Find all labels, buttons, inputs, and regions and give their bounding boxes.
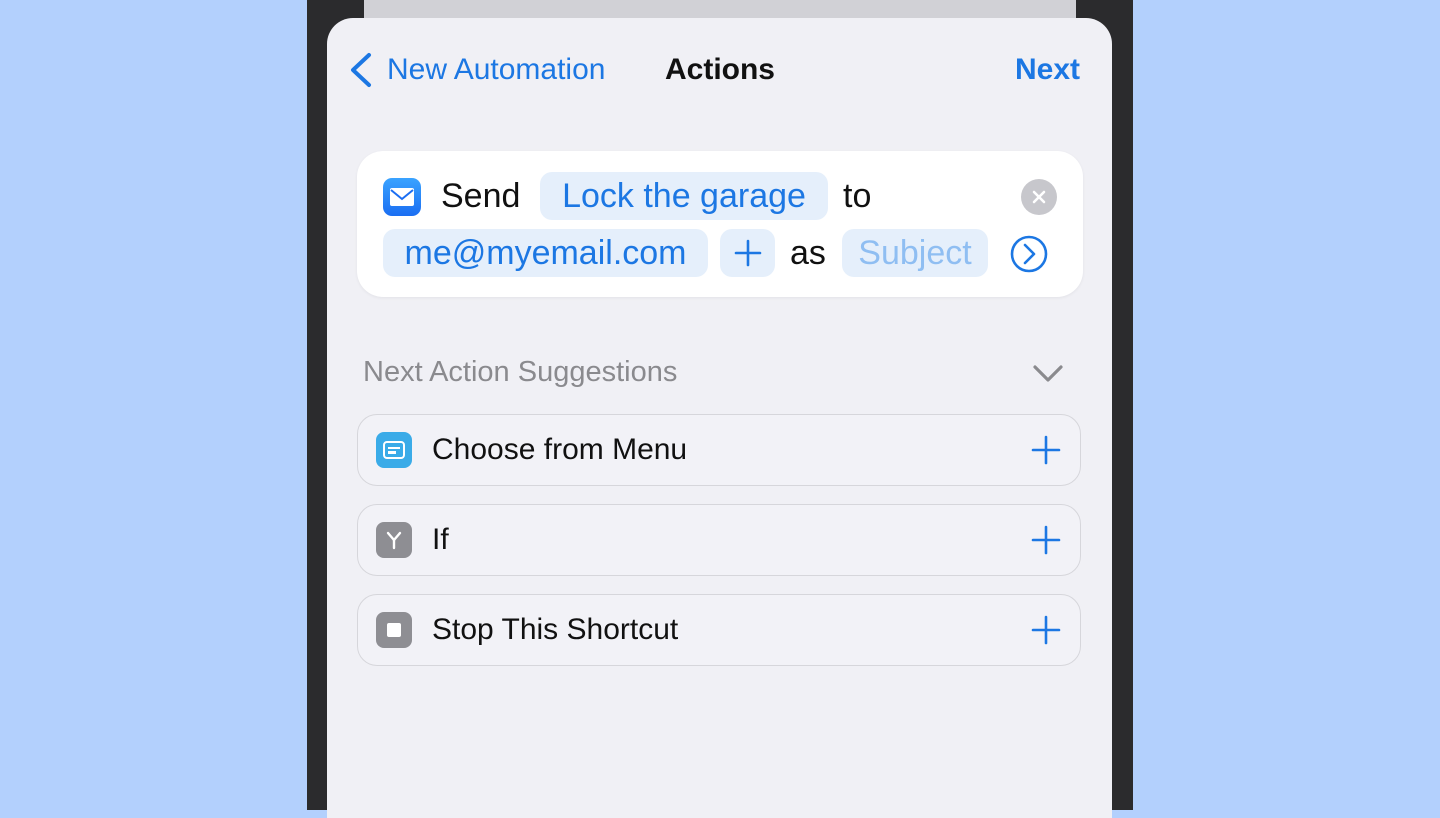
subject-field[interactable]: Subject [842,229,988,277]
suggestion-label: Stop This Shortcut [432,613,679,646]
menu-icon [376,432,412,468]
message-token[interactable]: Lock the garage [540,172,828,220]
suggestion-stop-this-shortcut[interactable]: Stop This Shortcut [357,594,1081,666]
clear-action-button[interactable] [1021,179,1057,215]
suggestion-label: If [432,523,449,556]
close-icon [1032,190,1046,204]
plus-icon[interactable] [1030,524,1062,556]
suggestion-choose-from-menu[interactable]: Choose from Menu [357,414,1081,486]
next-button[interactable]: Next [990,48,1080,92]
chevron-right-circle-icon[interactable] [1010,235,1048,273]
chevron-down-icon[interactable] [1030,358,1066,388]
back-button[interactable]: New Automation [347,48,605,92]
page-title: Actions [664,53,775,86]
to-word: to [843,177,872,215]
chevron-left-icon [351,53,371,87]
suggestion-label: Choose from Menu [432,433,688,466]
add-recipient-button[interactable] [720,229,775,277]
mail-icon [383,178,421,216]
plus-icon[interactable] [1030,434,1062,466]
recipient-token[interactable]: me@myemail.com [383,229,708,277]
branch-icon [376,522,412,558]
back-button-label: New Automation [387,53,606,86]
plus-icon[interactable] [1030,614,1062,646]
action-verb: Send [441,177,521,215]
as-word: as [790,234,826,272]
suggestions-header: Next Action Suggestions [363,356,678,388]
suggestion-if[interactable]: If [357,504,1081,576]
plus-icon [734,239,761,267]
stop-icon [376,612,412,648]
